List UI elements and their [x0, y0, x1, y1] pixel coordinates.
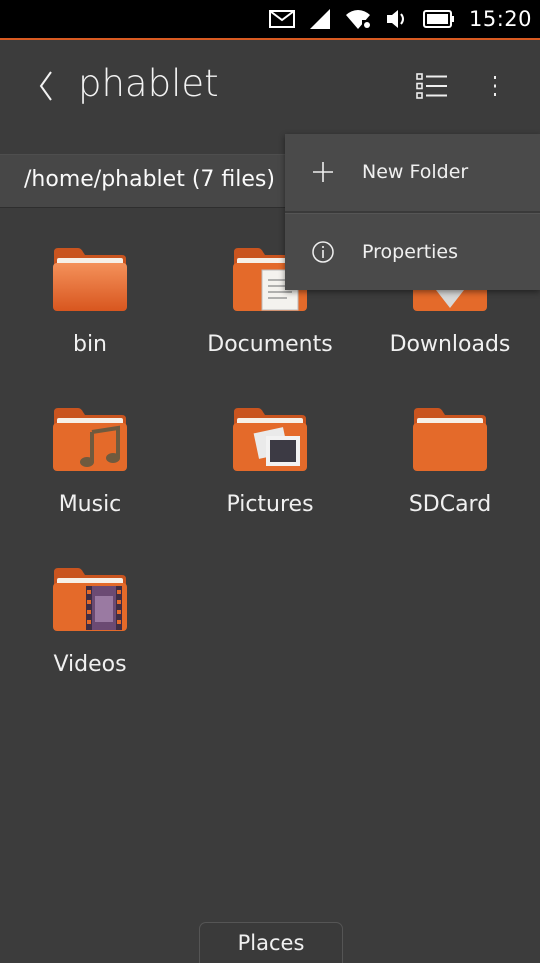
path-text: /home/phablet (7 files): [24, 167, 275, 192]
path-bar[interactable]: /home/phablet (7 files): [0, 154, 300, 208]
overflow-popup-menu: New Folder Properties: [285, 134, 540, 290]
overflow-menu-button[interactable]: [482, 68, 508, 108]
folder-label: SDCard: [408, 492, 492, 517]
folder-item-sdcard[interactable]: SDCard: [360, 396, 540, 546]
folder-music-icon: [52, 406, 128, 472]
list-view-button[interactable]: [410, 68, 454, 108]
folder-label: bin: [72, 332, 108, 357]
folder-label: Videos: [53, 652, 127, 677]
menu-item-new-folder[interactable]: New Folder: [285, 134, 540, 210]
folder-pictures-icon: [232, 406, 308, 472]
folder-videos-icon: [52, 566, 128, 632]
page-title: phablet: [78, 62, 219, 105]
folder-item-pictures[interactable]: Pictures: [180, 396, 360, 546]
menu-item-properties[interactable]: Properties: [285, 214, 540, 290]
list-view-icon: [416, 73, 448, 103]
volume-icon: [385, 8, 409, 30]
folder-label: Pictures: [226, 492, 314, 517]
chevron-left-icon: [38, 70, 54, 106]
menu-item-label: Properties: [362, 241, 459, 263]
wifi-icon: [345, 8, 371, 30]
status-bar: 15:20: [0, 0, 540, 40]
folder-icon: [412, 406, 488, 472]
overflow-icon: [492, 75, 498, 101]
folder-label: Documents: [207, 332, 333, 357]
info-icon: [309, 238, 337, 266]
status-icons: 15:20: [268, 0, 532, 38]
places-tab[interactable]: Places: [199, 922, 343, 963]
plus-icon: [309, 158, 337, 186]
back-button[interactable]: [28, 68, 64, 108]
battery-icon: [422, 10, 455, 28]
folder-item-bin[interactable]: bin: [0, 236, 180, 386]
folder-item-music[interactable]: Music: [0, 396, 180, 546]
mail-icon: [268, 10, 295, 28]
folder-item-videos[interactable]: Videos: [0, 556, 180, 706]
folder-label: Downloads: [389, 332, 511, 357]
header: phablet: [0, 40, 540, 132]
folder-icon: [52, 246, 128, 312]
menu-item-label: New Folder: [362, 161, 469, 183]
clock: 15:20: [468, 7, 532, 31]
folder-label: Music: [58, 492, 122, 517]
signal-icon: [309, 8, 331, 30]
